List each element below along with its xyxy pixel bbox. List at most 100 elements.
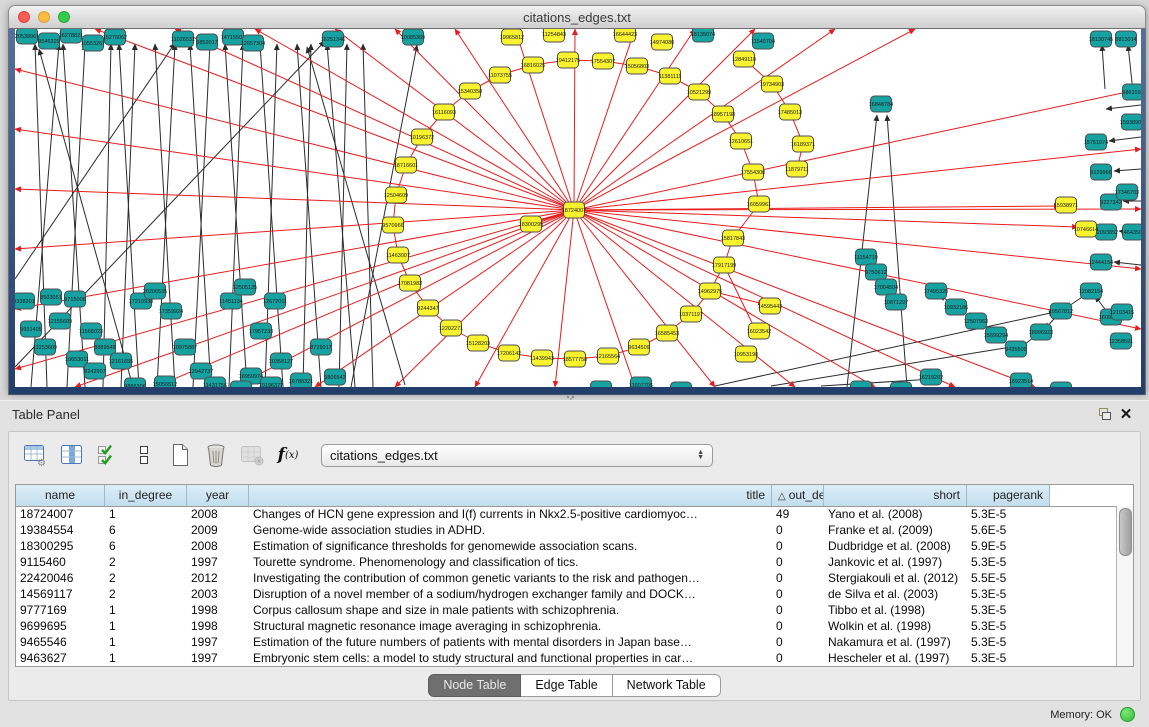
node[interactable]: 16219202 — [919, 369, 943, 385]
close-panel-icon[interactable]: ✕ — [1115, 405, 1137, 425]
new-file-icon[interactable] — [165, 440, 195, 470]
node[interactable]: 16251346 — [321, 31, 345, 47]
selected-edge[interactable] — [574, 210, 1078, 227]
node[interactable]: 12505135 — [233, 279, 257, 295]
selected-node[interactable]: 16116093 — [432, 104, 456, 120]
node[interactable]: 11253609 — [33, 339, 57, 355]
tab-network-table[interactable]: Network Table — [613, 674, 721, 697]
node[interactable]: 16848784 — [869, 96, 893, 112]
tab-node-table[interactable]: Node Table — [428, 674, 521, 697]
scrollbar-thumb[interactable] — [1119, 508, 1132, 556]
column-header-short[interactable]: short — [824, 485, 967, 506]
selected-edge[interactable] — [15, 189, 574, 210]
node[interactable]: 9806542 — [324, 369, 345, 385]
table-row[interactable]: 1456911722003Disruption of a novel membe… — [16, 586, 1116, 602]
edge[interactable] — [1114, 262, 1141, 265]
selected-node[interactable]: 10746614 — [1074, 221, 1098, 237]
selected-node[interactable]: 10521299 — [687, 84, 711, 100]
node[interactable]: 12103415 — [1110, 304, 1134, 320]
column-header-name[interactable]: name — [16, 485, 105, 506]
selected-node[interactable]: 11879711 — [785, 161, 809, 177]
edge[interactable] — [327, 44, 355, 387]
selected-node[interactable]: 11381111 — [659, 68, 682, 84]
table-row[interactable]: 1938455462009Genome-wide association stu… — [16, 522, 1116, 538]
node[interactable]: 9338201 — [15, 293, 35, 309]
select-all-checks-icon[interactable] — [93, 440, 123, 470]
selected-node[interactable]: 16189371 — [791, 136, 815, 152]
node[interactable]: 9852017 — [196, 34, 217, 50]
selected-node[interactable]: 17081983 — [398, 275, 422, 291]
selected-edge[interactable] — [574, 210, 1035, 387]
node[interactable]: 10567812 — [1049, 303, 1073, 319]
node[interactable]: 15276062 — [103, 29, 127, 45]
column-header-year[interactable]: year — [187, 485, 249, 506]
table-row[interactable]: 1830029562008Estimation of significance … — [16, 538, 1116, 554]
node[interactable]: 11154710 — [854, 249, 878, 265]
node[interactable]: 9886306 — [124, 378, 145, 387]
edge[interactable] — [1114, 169, 1141, 171]
network-window-titlebar[interactable]: citations_edges.txt — [8, 5, 1146, 29]
node[interactable]: 9402509 — [890, 382, 911, 387]
node[interactable]: 15056512 — [153, 376, 177, 387]
node[interactable]: 8889548 — [94, 339, 115, 355]
selected-node[interactable]: 17485013 — [778, 104, 802, 120]
node[interactable]: 9129966 — [1090, 164, 1111, 180]
node[interactable]: 12155609 — [48, 313, 72, 329]
node[interactable]: 8503051 — [40, 289, 61, 305]
edge[interactable] — [119, 44, 139, 387]
selected-edge[interactable] — [15, 210, 574, 309]
selected-node[interactable]: 18577758 — [563, 351, 587, 367]
tab-edge-table[interactable]: Edge Table — [521, 674, 612, 697]
selected-node[interactable]: 11463007 — [386, 247, 410, 263]
node[interactable]: 16278821 — [59, 29, 83, 43]
edge[interactable] — [225, 44, 247, 387]
memory-ok-indicator[interactable] — [1120, 707, 1135, 722]
node[interactable]: 15699294 — [984, 327, 1008, 343]
node[interactable]: 17359924 — [159, 303, 183, 319]
node[interactable]: 20539961 — [15, 29, 39, 44]
column-header-pagerank[interactable]: pagerank — [967, 485, 1050, 506]
node[interactable]: 9830062 — [670, 382, 691, 387]
table-select-dropdown[interactable]: citations_edges.txt ▲▼ — [321, 444, 713, 467]
node[interactable]: 17495320 — [924, 283, 948, 299]
edge[interactable] — [1106, 105, 1141, 109]
table-row[interactable]: 911546021997Tourette syndrome. Phenomeno… — [16, 554, 1116, 570]
edge[interactable] — [821, 379, 933, 386]
selected-node[interactable]: 15340358 — [458, 83, 482, 99]
edge[interactable] — [303, 44, 311, 387]
selected-edge[interactable] — [15, 69, 574, 210]
node[interactable]: 14643504 — [1121, 224, 1141, 240]
selected-node[interactable]: 19734903 — [760, 76, 784, 92]
selected-node[interactable]: 14595443 — [758, 298, 782, 314]
column-header-out-de-[interactable]: △out_de… — [772, 485, 824, 506]
table-row[interactable]: 946554611997Estimation of the future num… — [16, 634, 1116, 650]
selected-edge[interactable] — [395, 29, 574, 210]
table-row[interactable]: 1872400712008Changes of HCN gene express… — [16, 506, 1116, 522]
vertical-scrollbar[interactable] — [1116, 506, 1133, 666]
selected-node[interactable]: 18300295 — [519, 216, 543, 232]
node[interactable]: 12507963 — [964, 313, 988, 329]
selected-node[interactable]: 12165564 — [596, 348, 620, 364]
node[interactable]: 17346703 — [1115, 184, 1139, 200]
node[interactable]: 10924509 — [1049, 382, 1073, 387]
rows-icon[interactable] — [129, 440, 159, 470]
selected-node[interactable]: 16585453 — [655, 325, 679, 341]
node[interactable]: 10085369 — [401, 29, 425, 45]
edge[interactable] — [1102, 45, 1105, 89]
column-header-in-degree[interactable]: in_degree — [105, 485, 187, 506]
selected-node[interactable]: 19412175 — [556, 52, 580, 68]
selected-node[interactable]: 10196372 — [410, 129, 434, 145]
node[interactable]: 12082154 — [1079, 283, 1103, 299]
table-row[interactable]: 969969511998Structural magnetic resonanc… — [16, 618, 1116, 634]
column-header-title[interactable]: title — [249, 485, 772, 506]
node[interactable]: 12672011 — [263, 293, 287, 309]
selected-edge[interactable] — [95, 29, 574, 210]
node[interactable]: 12444154 — [1089, 254, 1113, 270]
selected-node[interactable]: 12504609 — [384, 187, 408, 203]
selected-node[interactable]: 17554307 — [591, 53, 615, 69]
node[interactable]: 12161655 — [109, 353, 133, 369]
node[interactable]: 18996923 — [1029, 324, 1053, 340]
select-columns-icon[interactable] — [57, 440, 87, 470]
node[interactable]: 10871297 — [884, 294, 908, 310]
selected-node[interactable]: 12610651 — [729, 133, 753, 149]
